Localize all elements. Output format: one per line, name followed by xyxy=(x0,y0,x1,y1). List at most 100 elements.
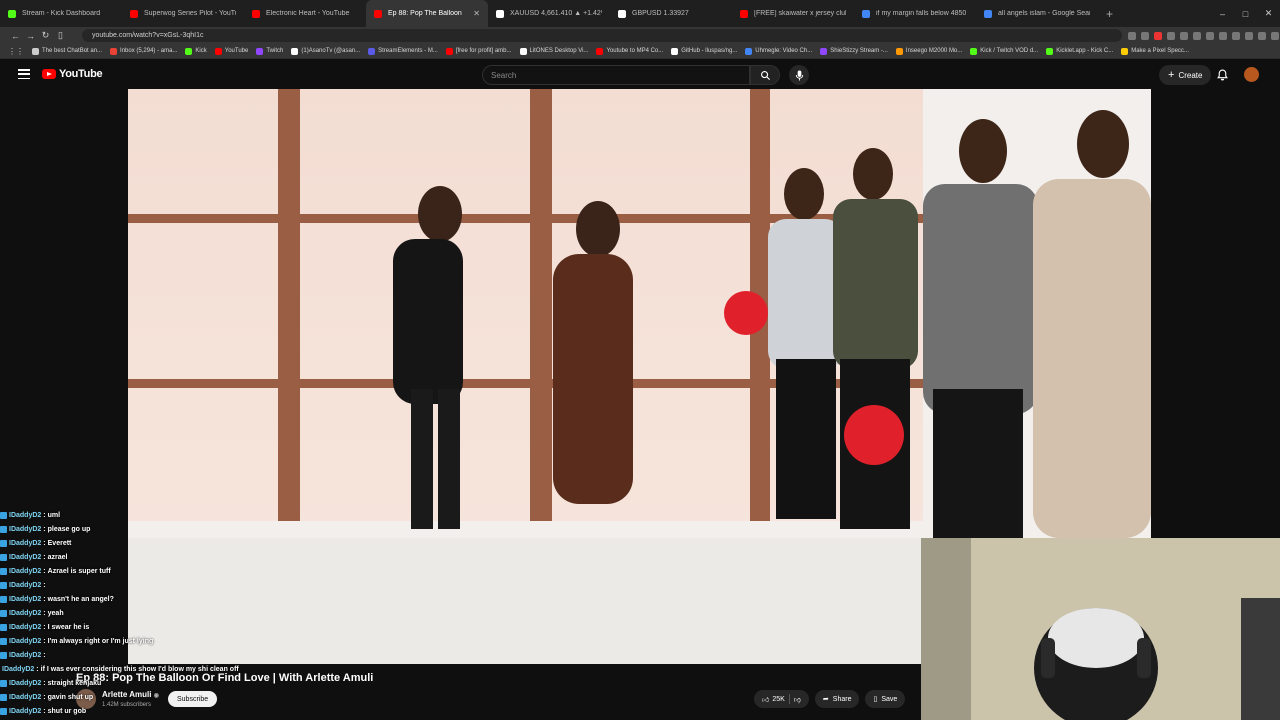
extension-icon[interactable] xyxy=(1167,31,1175,40)
share-button[interactable]: ➦ Share xyxy=(814,690,860,708)
tab-favicon xyxy=(984,9,992,18)
bookmark-favicon xyxy=(32,47,39,55)
bookmark-icon[interactable]: ▯ xyxy=(53,30,68,41)
extension-icon[interactable] xyxy=(1141,31,1149,40)
extension-icon[interactable] xyxy=(1258,31,1266,40)
chat-badge-icon xyxy=(0,567,7,575)
voice-search-button[interactable] xyxy=(789,65,809,85)
extension-icon[interactable] xyxy=(1193,31,1201,40)
extension-icon[interactable] xyxy=(1128,31,1136,40)
bookmark-favicon xyxy=(368,47,376,55)
forward-icon[interactable]: → xyxy=(23,31,38,41)
url-input[interactable]: youtube.com/watch?v=xGsL-3qhI1c xyxy=(82,29,1122,42)
search-button[interactable] xyxy=(750,65,780,85)
apps-icon[interactable]: ⋮⋮ xyxy=(8,47,24,56)
browser-tab[interactable]: Electronic Heart - YouTube xyxy=(244,0,366,27)
bookmark-label: (1)AsanoTv (@asan... xyxy=(301,48,361,54)
close-window-button[interactable]: ✕ xyxy=(1257,0,1280,27)
bookmark-label: YouTube xyxy=(224,48,249,54)
close-tab-icon[interactable]: ✕ xyxy=(473,9,480,18)
bookmark-item[interactable]: (1)AsanoTv (@asan... xyxy=(291,47,361,55)
video-frame xyxy=(128,89,1151,538)
bookmark-item[interactable]: The best ChatBot an... xyxy=(32,47,102,55)
bookmark-label: LitONES Desktop Vi... xyxy=(529,48,589,54)
browser-tab[interactable]: [FREE] skaiwater x jersey club type b xyxy=(732,0,854,27)
bookmark-favicon xyxy=(820,47,828,55)
bookmark-item[interactable]: Kick xyxy=(185,47,207,55)
bookmark-label: Inbox (5,294) - ama... xyxy=(120,48,178,54)
divider xyxy=(788,694,790,704)
browser-tab[interactable]: Stream - Kick Dashboard xyxy=(0,0,122,27)
search-icon xyxy=(760,70,770,80)
bookmark-item[interactable]: Inseego M2000 Mo... xyxy=(895,47,962,55)
chat-text: shut ur gob xyxy=(47,707,87,715)
bookmark-item[interactable]: StreamElements - M... xyxy=(368,47,438,55)
extension-icon[interactable] xyxy=(1206,31,1214,40)
bookmark-label: Uhmegle: Video Ch... xyxy=(755,48,813,54)
chat-text: please go up xyxy=(47,525,91,533)
bookmark-item[interactable]: GitHub - lluspas/ng... xyxy=(671,47,738,55)
extension-icon[interactable] xyxy=(1232,31,1240,40)
bookmark-item[interactable]: ShieStizzy Stream -... xyxy=(820,47,888,55)
bookmark-favicon xyxy=(519,47,527,55)
browser-tab[interactable]: XAUUSD 4,661.410 ▲ +1.42% Buy/S xyxy=(488,0,610,27)
reload-icon[interactable]: ↻ xyxy=(38,30,53,41)
chat-badge-icon xyxy=(0,693,7,701)
chat-text: yeah xyxy=(47,609,64,617)
save-button[interactable]: ▯ Save xyxy=(865,690,906,708)
bookmark-label: Kick / Twitch VOD d... xyxy=(980,48,1039,54)
bookmark-item[interactable]: Uhmegle: Video Ch... xyxy=(745,47,813,55)
bookmark-favicon xyxy=(1121,47,1129,55)
bookmark-item[interactable]: Twitch xyxy=(256,47,283,55)
browser-tab[interactable]: Ep 88: Pop The Balloon Or Find ✕ xyxy=(366,0,488,27)
minimize-button[interactable]: – xyxy=(1211,0,1234,27)
back-icon[interactable]: ← xyxy=(8,31,23,41)
chat-separator: : xyxy=(43,581,46,589)
bookmark-item[interactable]: Youtube to MP4 Co... xyxy=(596,47,663,55)
bookmark-item[interactable]: Inbox (5,294) - ama... xyxy=(110,47,178,55)
chat-text: if I was ever considering this show I'd … xyxy=(40,665,239,673)
like-button[interactable]: 👍︎ 25K xyxy=(762,695,785,704)
browser-tab[interactable]: all angels islam - Google Search xyxy=(976,0,1098,27)
chat-username: IDaddyD2 xyxy=(9,511,42,519)
youtube-logo[interactable]: YouTube xyxy=(42,68,103,80)
browser-tab[interactable]: GBPUSD 1.33927 xyxy=(610,0,732,27)
maximize-button[interactable]: □ xyxy=(1234,0,1257,27)
notifications-button[interactable] xyxy=(1214,67,1230,83)
dislike-button[interactable]: 👎︎ xyxy=(794,695,801,704)
extension-icon[interactable] xyxy=(1219,31,1227,40)
browser-tab[interactable]: Superwog Series Pilot - YouTube xyxy=(122,0,244,27)
bookmark-item[interactable]: Make a Pixel Specc... xyxy=(1121,47,1189,55)
bookmark-item[interactable]: Kicklet.app - Kick C... xyxy=(1046,47,1114,55)
bookmark-item[interactable]: YouTube xyxy=(214,47,249,55)
chat-message: IDaddyD2: uml xyxy=(0,508,200,522)
create-button[interactable]: + Create xyxy=(1159,65,1212,85)
bookmark-favicon xyxy=(745,47,753,55)
account-avatar[interactable] xyxy=(1244,67,1259,82)
bookmark-label: GitHub - lluspas/ng... xyxy=(681,48,738,54)
chat-badge-icon xyxy=(0,679,7,687)
tab-favicon xyxy=(8,9,16,18)
bookmark-item[interactable]: Kick / Twitch VOD d... xyxy=(970,47,1039,55)
extension-icon[interactable] xyxy=(1154,31,1162,40)
chat-separator: : xyxy=(43,525,46,533)
chat-badge-icon xyxy=(0,553,7,561)
extension-icon[interactable] xyxy=(1245,31,1253,40)
bookmark-item[interactable]: LitONES Desktop Vi... xyxy=(519,47,589,55)
bookmark-label: Kicklet.app - Kick C... xyxy=(1056,48,1114,54)
search-input[interactable]: Search xyxy=(482,65,750,85)
new-tab-button[interactable]: + xyxy=(1098,7,1121,21)
bookmark-item[interactable]: [free for profit] amb... xyxy=(445,47,512,55)
extension-icon[interactable] xyxy=(1271,31,1279,40)
create-label: Create xyxy=(1178,70,1203,80)
browser-tab[interactable]: if my margin falls below 4850 do i lo xyxy=(854,0,976,27)
chat-message: IDaddyD2: gavin shut up xyxy=(0,690,200,704)
bookmark-favicon xyxy=(970,47,978,55)
chat-username: IDaddyD2 xyxy=(9,539,42,547)
menu-icon[interactable] xyxy=(18,69,30,79)
chat-message: IDaddyD2: straight kenjaku xyxy=(0,676,200,690)
chat-badge-icon xyxy=(0,623,7,631)
chat-badge-icon xyxy=(0,595,7,603)
extension-icon[interactable] xyxy=(1180,31,1188,40)
video-player[interactable] xyxy=(128,89,1151,538)
